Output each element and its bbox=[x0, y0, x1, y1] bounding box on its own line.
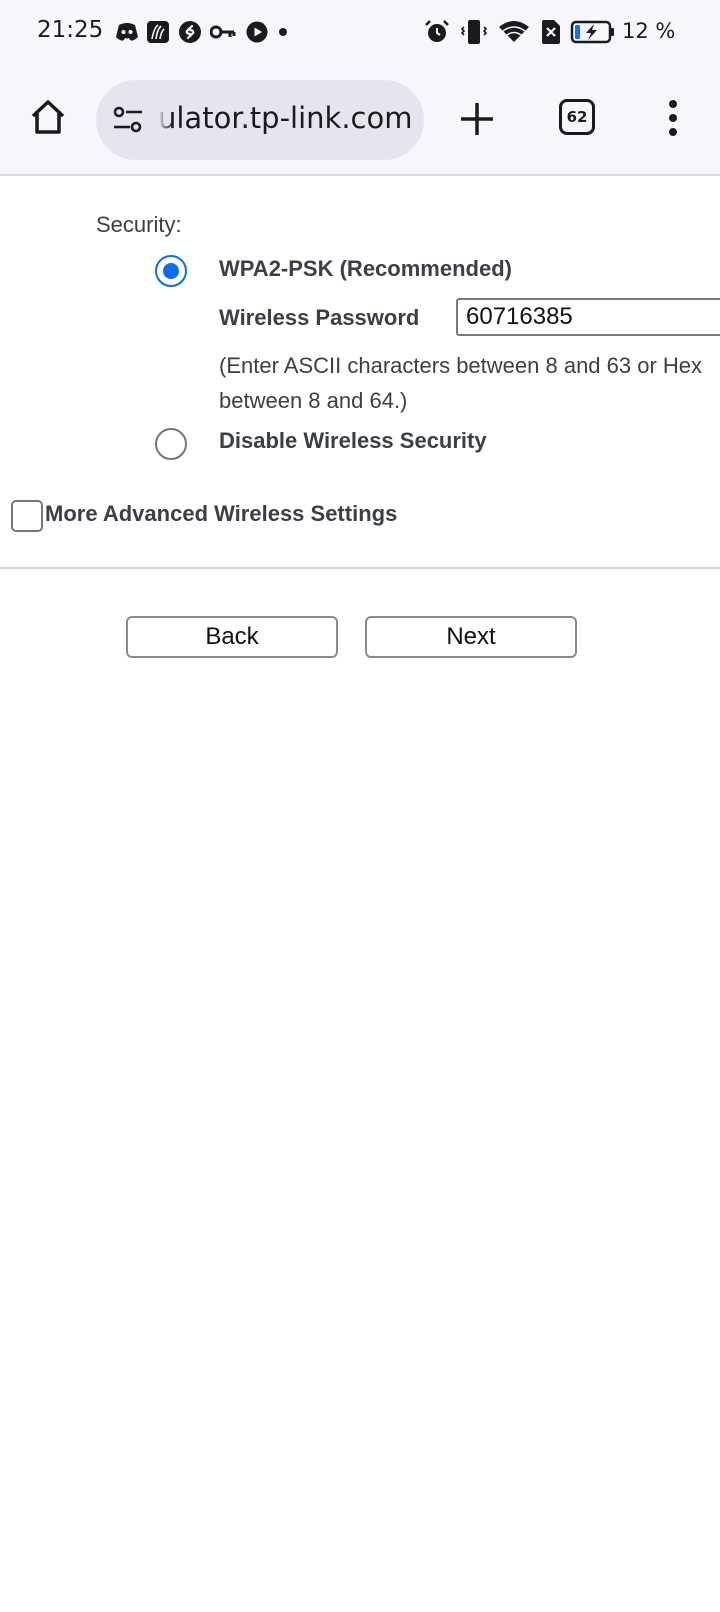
home-button[interactable] bbox=[26, 95, 70, 139]
url-text: ulator.tp-link.com bbox=[158, 101, 413, 135]
browser-toolbar: ulator.tp-link.com 62 bbox=[0, 66, 720, 176]
back-button[interactable]: Back bbox=[126, 616, 338, 658]
plus-icon bbox=[461, 103, 493, 135]
more-vert-icon bbox=[669, 100, 677, 136]
vpn-key-icon bbox=[210, 20, 236, 44]
wireless-password-input[interactable]: 60716385 bbox=[456, 298, 720, 336]
disable-security-label: Disable Wireless Security bbox=[219, 428, 487, 453]
advanced-settings-label[interactable]: More Advanced Wireless Settings bbox=[45, 501, 397, 527]
advanced-settings-checkbox[interactable] bbox=[11, 500, 43, 532]
status-time: 21:25 bbox=[37, 17, 104, 43]
password-hint: (Enter ASCII characters between 8 and 63… bbox=[219, 348, 720, 418]
home-icon bbox=[31, 100, 65, 134]
status-bar: 21:25 12 % bbox=[0, 0, 720, 66]
address-bar[interactable]: ulator.tp-link.com bbox=[96, 80, 424, 160]
disable-security-radio[interactable] bbox=[155, 428, 187, 460]
more-dot-icon bbox=[276, 20, 290, 44]
battery-percent: 12 % bbox=[622, 19, 676, 43]
vibrate-icon bbox=[460, 20, 488, 44]
discord-icon bbox=[115, 20, 139, 44]
password-hint-line-2: between 8 and 64.) bbox=[219, 388, 408, 413]
ninja-app-icon bbox=[146, 20, 170, 44]
divider bbox=[0, 567, 720, 569]
security-label: Security: bbox=[96, 212, 182, 237]
shazam-icon bbox=[178, 20, 202, 44]
new-tab-button[interactable] bbox=[455, 97, 499, 141]
wifi-icon bbox=[497, 20, 531, 44]
no-sim-icon bbox=[539, 20, 563, 44]
wireless-password-label: Wireless Password bbox=[219, 305, 420, 330]
youtube-play-icon bbox=[245, 20, 269, 44]
wpa2-psk-radio[interactable] bbox=[155, 255, 187, 287]
overflow-menu-button[interactable] bbox=[655, 98, 691, 138]
next-button[interactable]: Next bbox=[365, 616, 577, 658]
wpa2-psk-label: WPA2-PSK (Recommended) bbox=[219, 256, 512, 281]
tab-switcher-button[interactable]: 62 bbox=[559, 99, 595, 135]
password-hint-line-1: (Enter ASCII characters between 8 and 63… bbox=[219, 353, 703, 378]
site-settings-icon[interactable] bbox=[112, 106, 144, 134]
alarm-icon bbox=[424, 20, 450, 44]
battery-charging-icon bbox=[570, 20, 616, 44]
